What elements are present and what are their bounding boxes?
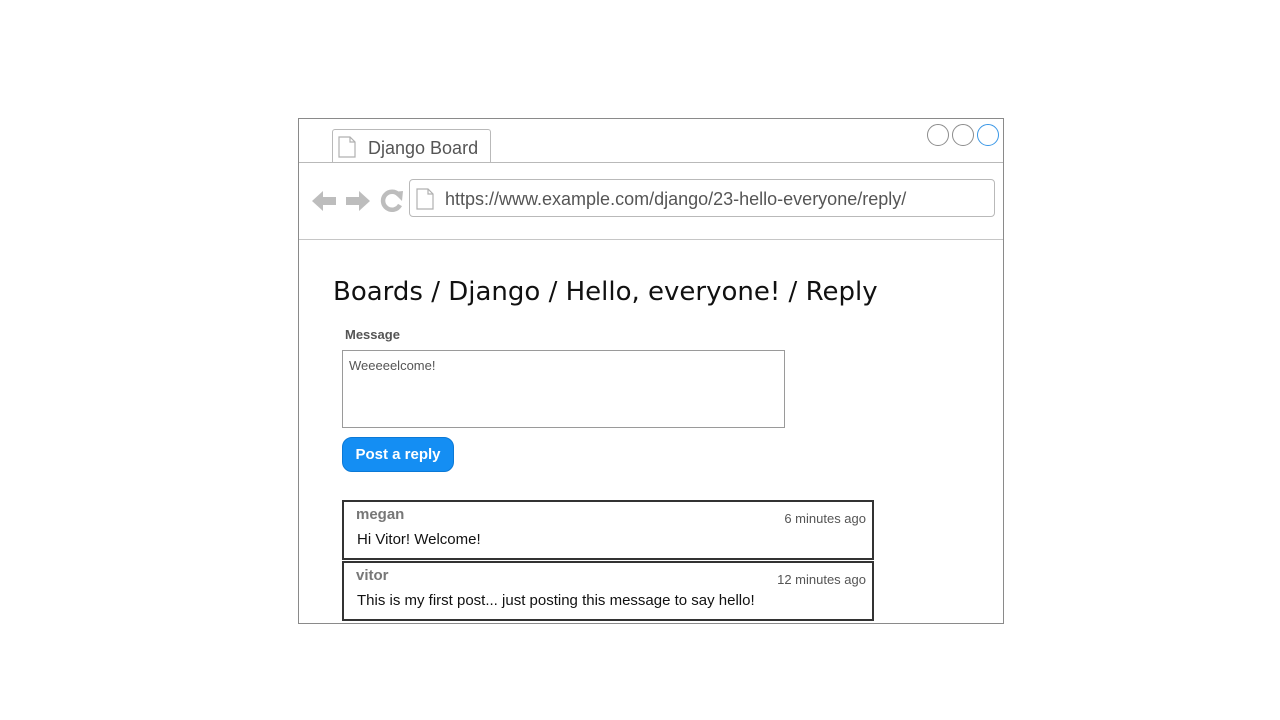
close-button[interactable] <box>977 124 999 146</box>
browser-window: Django Board https://www.example.com/dja… <box>298 118 1004 624</box>
post-card: vitor 12 minutes ago This is my first po… <box>342 561 874 621</box>
post-author: vitor <box>356 567 389 584</box>
navigation-buttons <box>309 186 407 216</box>
toolbar-divider <box>299 239 1003 240</box>
back-arrow-icon <box>312 191 336 211</box>
post-author: megan <box>356 506 405 523</box>
message-textarea[interactable]: Weeeeelcome! <box>342 350 785 428</box>
url-text: https://www.example.com/django/23-hello-… <box>445 189 907 209</box>
post-message: This is my first post... just posting th… <box>357 592 755 609</box>
post-message: Hi Vitor! Welcome! <box>357 531 481 548</box>
forward-button[interactable] <box>343 186 373 216</box>
address-bar[interactable]: https://www.example.com/django/23-hello-… <box>409 179 995 217</box>
page-icon <box>416 188 434 215</box>
tab-title: Django Board <box>368 138 479 158</box>
page-icon <box>338 136 356 163</box>
back-button[interactable] <box>309 186 339 216</box>
page-title: Boards / Django / Hello, everyone! / Rep… <box>333 277 878 307</box>
post-timestamp: 12 minutes ago <box>777 572 866 587</box>
post-reply-button[interactable]: Post a reply <box>342 437 454 472</box>
minimize-button[interactable] <box>927 124 949 146</box>
tab-strip-divider <box>299 162 1003 163</box>
reload-icon <box>380 189 403 212</box>
maximize-button[interactable] <box>952 124 974 146</box>
post-card: megan 6 minutes ago Hi Vitor! Welcome! <box>342 500 874 560</box>
post-timestamp: 6 minutes ago <box>784 511 866 526</box>
message-label: Message <box>345 327 400 342</box>
window-controls <box>927 124 999 146</box>
browser-tab[interactable]: Django Board <box>332 129 491 163</box>
forward-arrow-icon <box>346 191 370 211</box>
reload-button[interactable] <box>377 186 407 216</box>
